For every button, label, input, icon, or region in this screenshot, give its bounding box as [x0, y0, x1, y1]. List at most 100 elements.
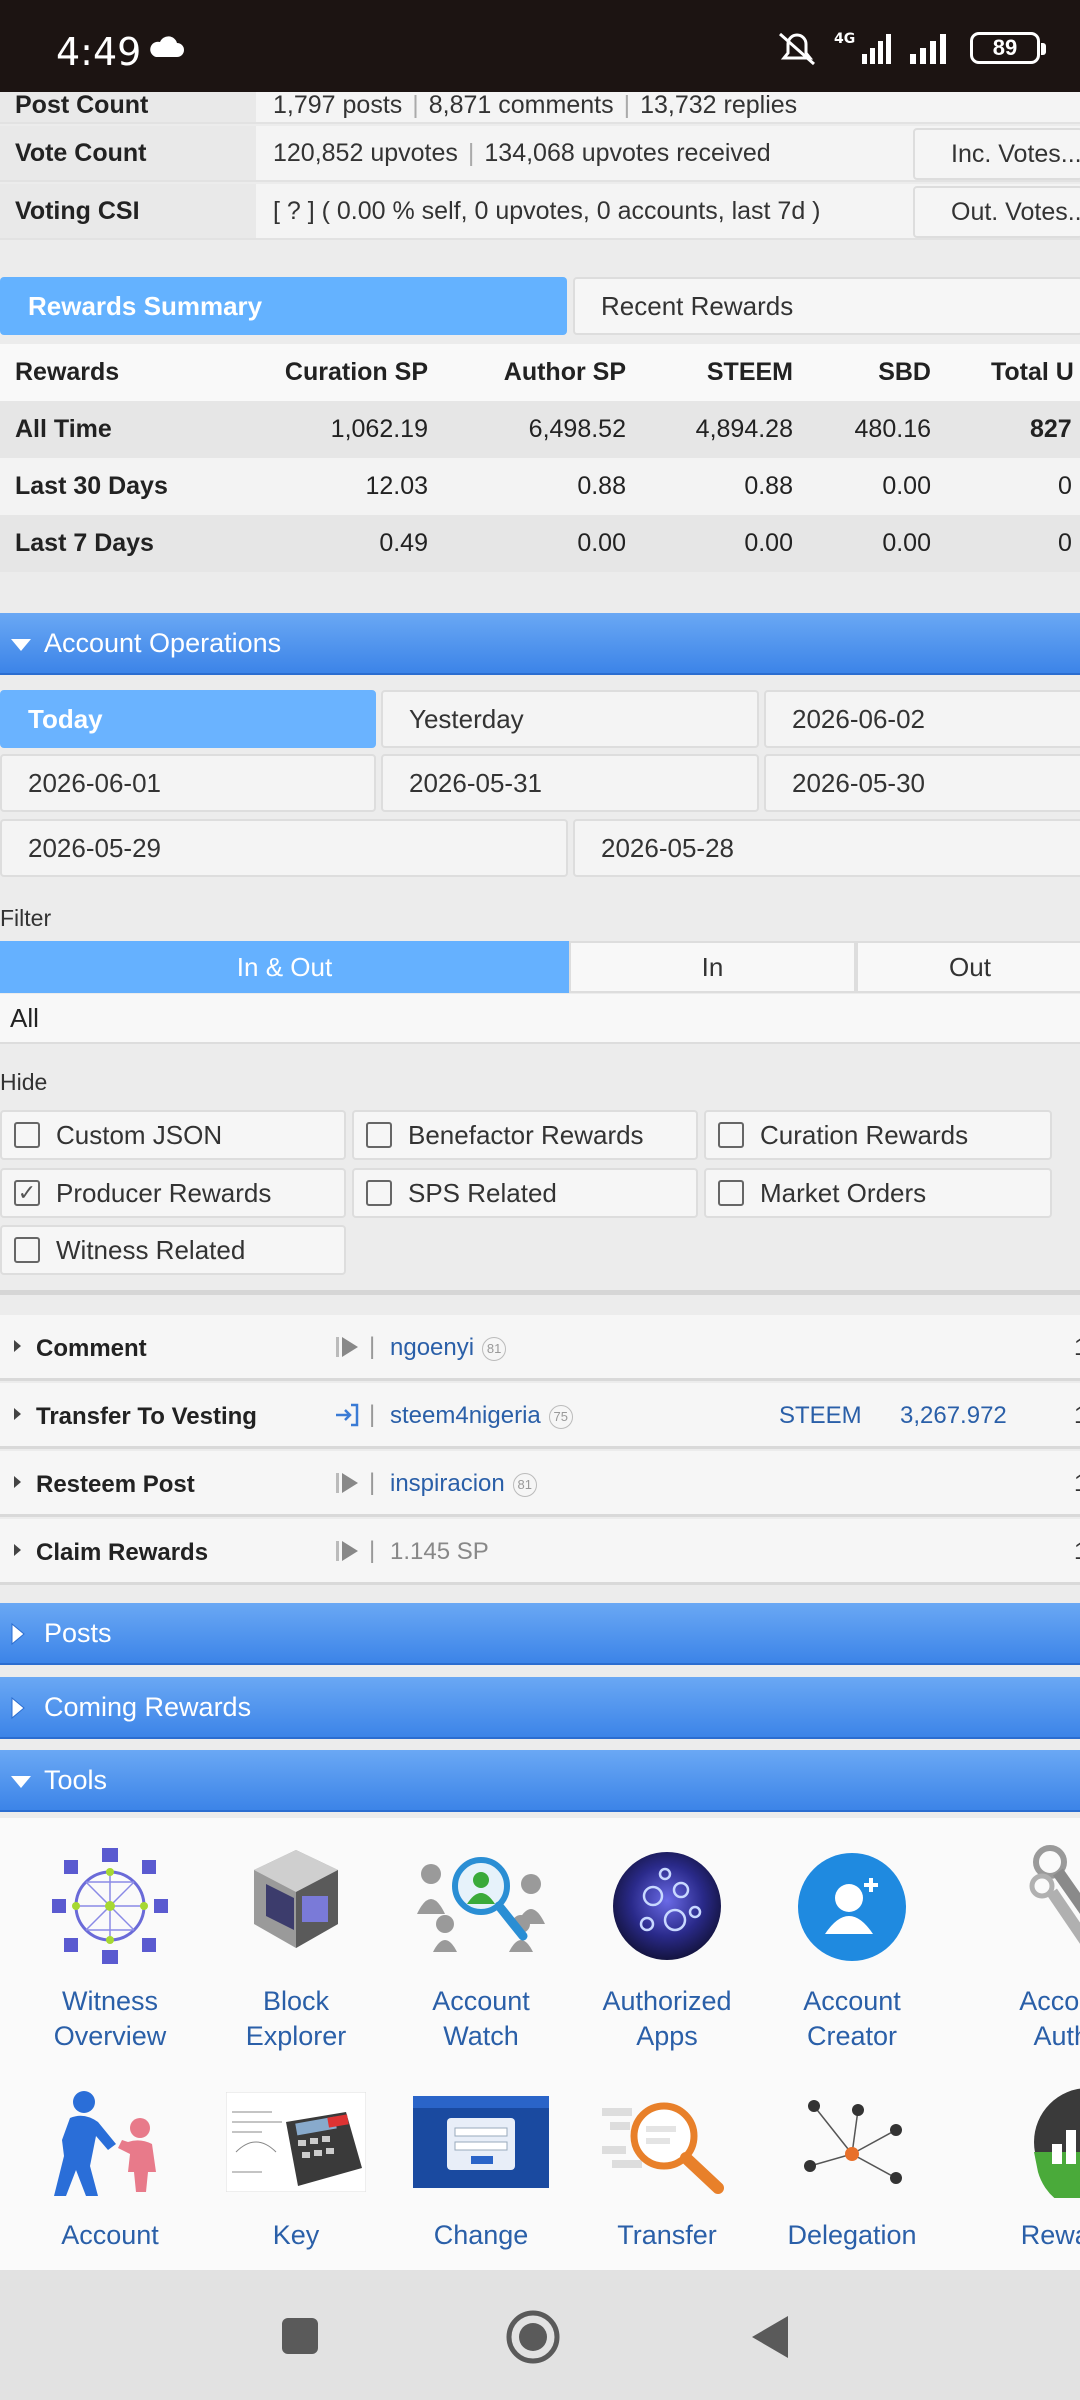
- tool-label[interactable]: Account: [762, 1984, 942, 2019]
- checkbox-box[interactable]: [366, 1122, 392, 1148]
- tool-label[interactable]: Witness: [20, 1984, 200, 2019]
- tool-label[interactable]: Transfer: [577, 2218, 757, 2253]
- operation-name: Comment: [36, 1335, 147, 1362]
- tool-label[interactable]: Auths: [978, 2019, 1080, 2054]
- hide-custom-json-checkbox[interactable]: Custom JSON: [0, 1110, 346, 1160]
- filter-in-out-button[interactable]: In & Out: [0, 941, 569, 993]
- tool-label[interactable]: Rewards: [984, 2218, 1080, 2253]
- hide-sps-related-checkbox[interactable]: SPS Related: [352, 1168, 698, 1218]
- back-button-icon[interactable]: [750, 2314, 790, 2360]
- inc-votes-button[interactable]: Inc. Votes...: [913, 128, 1080, 180]
- date-today-button[interactable]: Today: [0, 690, 376, 748]
- tool-label[interactable]: Delegation: [762, 2218, 942, 2253]
- tool-label[interactable]: Account: [391, 1984, 571, 2019]
- tab-rewards-summary[interactable]: Rewards Summary: [0, 277, 567, 335]
- filter-in-button[interactable]: In: [569, 941, 856, 993]
- date-button[interactable]: 2026-05-31: [381, 754, 759, 812]
- row-label: Last 7 Days: [15, 529, 154, 557]
- checkmark-icon[interactable]: ✓: [14, 1180, 40, 1206]
- filter-out-button[interactable]: Out: [856, 941, 1080, 993]
- tool-label[interactable]: Account: [20, 2218, 200, 2253]
- date-button[interactable]: 2026-06-01: [0, 754, 376, 812]
- transfer-amount: 3,267.972: [900, 1402, 1007, 1429]
- tool-block-explorer[interactable]: Block Explorer: [206, 1818, 386, 2051]
- add-user-icon: [798, 1853, 906, 1961]
- tool-label[interactable]: Explorer: [206, 2019, 386, 2054]
- date-button[interactable]: 2026-05-30: [764, 754, 1080, 812]
- table-row: Last 7 Days 0.49 0.00 0.00 0.00 0: [0, 515, 1080, 572]
- date-yesterday-button[interactable]: Yesterday: [381, 690, 759, 748]
- hide-producer-rewards-checkbox[interactable]: ✓ Producer Rewards: [0, 1168, 346, 1218]
- post-count-posts: 1,797 posts: [273, 91, 403, 119]
- account-name[interactable]: inspiracion: [390, 1470, 505, 1497]
- recents-button-icon[interactable]: [281, 2317, 319, 2355]
- date-button[interactable]: 2026-06-02: [764, 690, 1080, 748]
- tools-header[interactable]: Tools: [0, 1750, 1080, 1812]
- tool-delegation[interactable]: Delegation: [762, 2070, 942, 2270]
- date-button[interactable]: 2026-05-29: [0, 819, 568, 877]
- tool-key[interactable]: Key: [206, 2070, 386, 2270]
- tool-account[interactable]: Account: [20, 2070, 200, 2270]
- table-row: All Time 1,062.19 6,498.52 4,894.28 480.…: [0, 401, 1080, 458]
- coming-rewards-header[interactable]: Coming Rewards: [0, 1677, 1080, 1739]
- cell-steem: 0.88: [744, 472, 793, 500]
- expand-caret-icon[interactable]: [14, 1408, 21, 1420]
- tool-account-watch[interactable]: Account Watch: [391, 1818, 571, 2051]
- expand-caret-icon[interactable]: [14, 1340, 21, 1352]
- list-item[interactable]: Resteem Post | inspiracion 81 1: [0, 1451, 1080, 1517]
- hide-curation-rewards-checkbox[interactable]: Curation Rewards: [704, 1110, 1052, 1160]
- checkbox-box[interactable]: [366, 1180, 392, 1206]
- operation-name: Transfer To Vesting: [36, 1403, 257, 1430]
- people-helping-icon: [54, 2091, 156, 2196]
- account-name[interactable]: steem4nigeria: [390, 1402, 541, 1429]
- claimed-amount: 1.145 SP: [390, 1538, 489, 1565]
- tool-label[interactable]: Watch: [391, 2019, 571, 2054]
- cell-sbd: 0.00: [882, 472, 931, 500]
- list-item[interactable]: Claim Rewards | 1.145 SP 1: [0, 1519, 1080, 1585]
- date-button[interactable]: 2026-05-28: [573, 819, 1080, 877]
- tool-label[interactable]: Apps: [577, 2019, 757, 2054]
- tool-label[interactable]: Account: [978, 1984, 1080, 2019]
- hide-benefactor-rewards-checkbox[interactable]: Benefactor Rewards: [352, 1110, 698, 1160]
- tool-label[interactable]: Overview: [20, 2019, 200, 2054]
- home-button-icon[interactable]: [505, 2309, 561, 2365]
- tool-authorized-apps[interactable]: Authorized Apps: [577, 1818, 757, 2051]
- tool-account-creator[interactable]: Account Creator: [762, 1818, 942, 2051]
- tool-transfer[interactable]: Transfer: [577, 2070, 757, 2270]
- list-item[interactable]: Comment | ngoenyi 81 1: [0, 1315, 1080, 1381]
- vote-count-received: 134,068 upvotes received: [484, 138, 771, 167]
- account-operations-header[interactable]: Account Operations: [0, 613, 1080, 675]
- tool-label[interactable]: Creator: [762, 2019, 942, 2054]
- hide-market-orders-checkbox[interactable]: Market Orders: [704, 1168, 1052, 1218]
- account-name[interactable]: ngoenyi: [390, 1334, 474, 1361]
- reputation-badge: 81: [512, 1472, 537, 1497]
- separator: |: [369, 1469, 376, 1496]
- account-link[interactable]: steem4nigeria 75: [390, 1402, 573, 1430]
- tool-account-auths[interactable]: Account Auths: [948, 1818, 1080, 2051]
- account-link[interactable]: ngoenyi 81: [390, 1334, 507, 1362]
- tool-label[interactable]: Block: [206, 1984, 386, 2019]
- filter-select[interactable]: All: [0, 994, 1080, 1044]
- out-votes-button[interactable]: Out. Votes...: [913, 186, 1080, 238]
- tool-label[interactable]: Authorized: [577, 1984, 757, 2019]
- truncated-value: 1: [1074, 1538, 1080, 1566]
- account-link[interactable]: inspiracion 81: [390, 1470, 537, 1498]
- list-item[interactable]: Transfer To Vesting | steem4nigeria 75 ST…: [0, 1383, 1080, 1449]
- tool-label[interactable]: Key: [206, 2218, 386, 2253]
- tools-grid: Witness Overview Block Explorer Account …: [0, 1818, 1080, 2270]
- post-count-comments: 8,871 comments: [428, 91, 614, 119]
- checkbox-box[interactable]: [718, 1180, 744, 1206]
- tool-change[interactable]: Change: [391, 2070, 571, 2270]
- expand-caret-icon[interactable]: [14, 1476, 21, 1488]
- checkbox-box[interactable]: [14, 1122, 40, 1148]
- post-count-row: Post Count 1,797 posts | 8,871 comments | 13…: [0, 91, 1080, 124]
- tool-label[interactable]: Change: [391, 2218, 571, 2253]
- tab-recent-rewards[interactable]: Recent Rewards: [573, 277, 1080, 335]
- hide-witness-related-checkbox[interactable]: Witness Related: [0, 1225, 346, 1275]
- checkbox-box[interactable]: [718, 1122, 744, 1148]
- tool-rewards[interactable]: Rewards: [948, 2070, 1080, 2270]
- expand-caret-icon[interactable]: [14, 1544, 21, 1556]
- posts-header[interactable]: Posts: [0, 1603, 1080, 1665]
- checkbox-box[interactable]: [14, 1237, 40, 1263]
- tool-witness-overview[interactable]: Witness Overview: [20, 1818, 200, 2051]
